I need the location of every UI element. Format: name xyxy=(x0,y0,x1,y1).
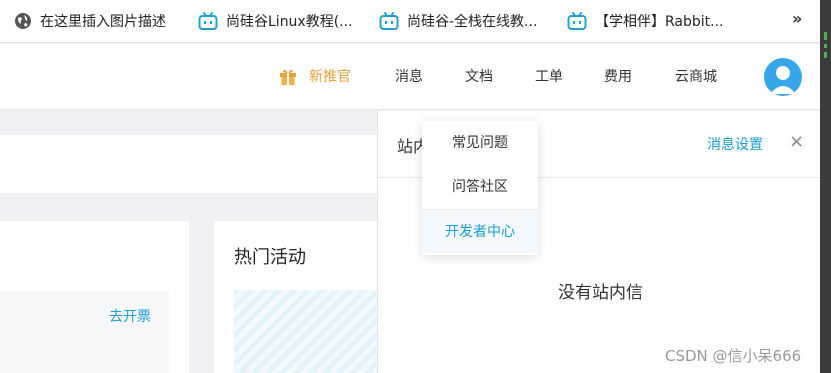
close-icon[interactable]: × xyxy=(789,133,804,151)
bookmark-item[interactable]: 尚硅谷-全栈在线教... xyxy=(379,10,537,32)
bilibili-icon xyxy=(379,12,399,30)
top-navigation: 新推官 消息 文档 工单 费用 云商城 xyxy=(0,44,820,110)
bookmark-item[interactable]: 【学相伴】Rabbit... xyxy=(567,10,724,32)
gift-icon xyxy=(280,69,296,85)
user-icon xyxy=(770,66,796,94)
bookmark-label: 在这里插入图片描述 xyxy=(40,14,166,30)
content-bar xyxy=(0,135,400,193)
invoice-panel xyxy=(0,290,169,373)
menu-item-developer-center[interactable]: 开发者中心 xyxy=(422,209,538,253)
nav-new-promo[interactable]: 新推官 xyxy=(309,44,351,110)
bookmark-item[interactable]: 尚硅谷Linux教程(... xyxy=(198,10,353,32)
nav-billing[interactable]: 费用 xyxy=(604,44,632,110)
bookmark-label: 尚硅谷-全栈在线教... xyxy=(407,14,538,30)
watermark-text: CSDN @信小呆666 xyxy=(665,347,802,365)
nav-cloud-market[interactable]: 云商城 xyxy=(675,44,717,110)
bookmark-label: 尚硅谷Linux教程(... xyxy=(226,14,353,30)
bookmarks-bar: 在这里插入图片描述 尚硅谷Linux教程(... 尚硅谷-全栈在线教... 【学… xyxy=(0,0,831,43)
event-banner-image[interactable] xyxy=(234,290,394,373)
menu-item-qa-community[interactable]: 问答社区 xyxy=(422,165,538,209)
bilibili-icon xyxy=(198,12,218,30)
empty-message-text: 没有站内信 xyxy=(558,283,643,303)
globe-icon xyxy=(15,13,31,29)
invoice-link[interactable]: 去开票 xyxy=(109,306,151,326)
bilibili-icon xyxy=(567,12,587,30)
nav-tickets[interactable]: 工单 xyxy=(535,44,563,110)
more-bookmarks-button[interactable]: » xyxy=(792,9,802,28)
bookmark-label: 【学相伴】Rabbit... xyxy=(595,14,724,30)
hot-events-title: 热门活动 xyxy=(234,247,306,268)
avatar[interactable] xyxy=(764,58,802,96)
docs-dropdown-menu: 常见问题 问答社区 开发者中心 xyxy=(422,121,538,255)
window-edge-strip xyxy=(820,0,831,373)
menu-item-faq[interactable]: 常见问题 xyxy=(422,121,538,165)
bookmark-item[interactable]: 在这里插入图片描述 xyxy=(14,10,166,32)
message-settings-link[interactable]: 消息设置 xyxy=(707,134,763,154)
nav-messages[interactable]: 消息 xyxy=(395,44,423,110)
nav-docs[interactable]: 文档 xyxy=(465,44,493,110)
